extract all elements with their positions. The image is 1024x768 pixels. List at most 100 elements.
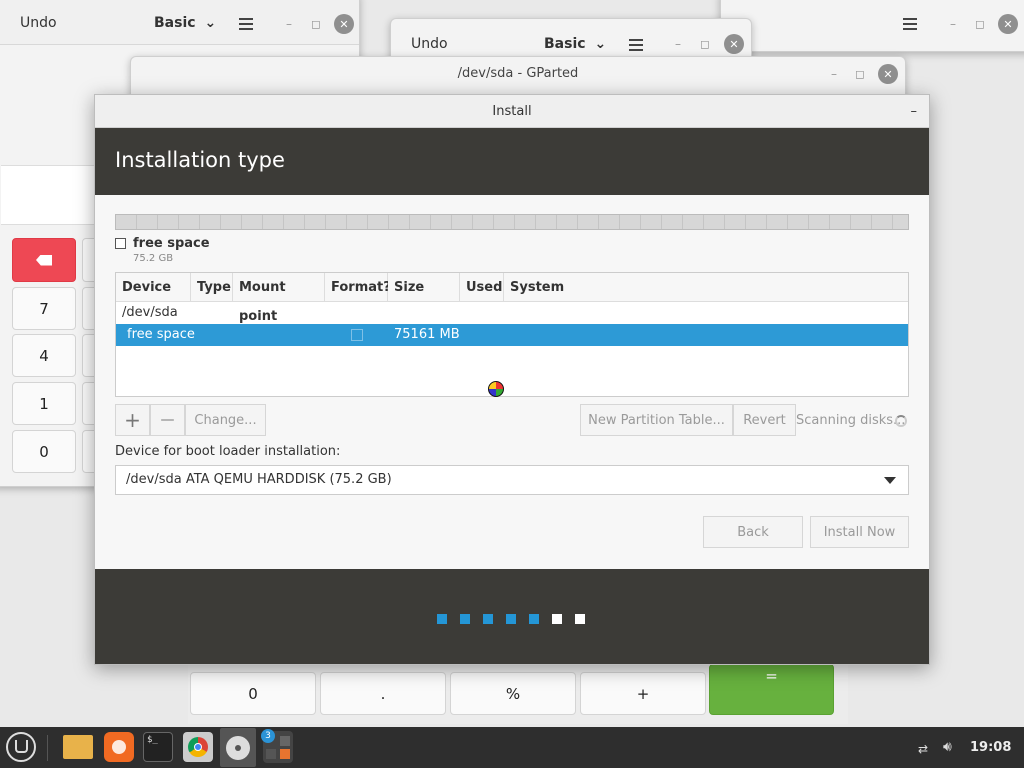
network-icon[interactable]: ⇄ (916, 741, 934, 755)
firefox-icon[interactable] (104, 732, 134, 762)
files-icon[interactable] (63, 735, 93, 759)
key-4[interactable]: 4 (12, 334, 76, 377)
backspace-key[interactable] (12, 238, 76, 282)
device-cell: free space (127, 327, 195, 342)
minimize-icon[interactable]: – (943, 14, 963, 34)
back-button[interactable]: Back (703, 516, 803, 548)
key-decimal[interactable]: . (320, 672, 446, 715)
maximize-icon[interactable]: ◻ (306, 14, 326, 34)
clock[interactable]: 19:08 (970, 740, 1011, 755)
key-plus[interactable]: + (580, 672, 706, 715)
install-title-text: Install (492, 104, 532, 119)
backspace-icon (36, 254, 52, 266)
disk-partition-bar (115, 214, 909, 230)
install-window: Install – Installation type free space 7… (94, 94, 930, 665)
progress-dot (437, 614, 447, 624)
table-row-selected[interactable]: free space 75161 MB (116, 324, 908, 346)
close-icon[interactable]: ✕ (724, 34, 744, 54)
close-icon[interactable]: ✕ (334, 14, 354, 34)
mode-label: Basic (154, 15, 196, 31)
close-icon[interactable]: ✕ (878, 64, 898, 84)
busy-cursor-icon (488, 381, 504, 397)
size-cell: 75161 MB (394, 327, 460, 342)
column-header[interactable]: Used (460, 273, 504, 302)
column-header[interactable]: Device (116, 273, 191, 302)
installer-disc-icon[interactable] (220, 728, 256, 767)
install-footer (95, 569, 929, 664)
undo-button[interactable]: Undo (20, 15, 57, 31)
key-1[interactable]: 1 (12, 382, 76, 425)
device-cell: /dev/sda (122, 305, 178, 320)
button-label: Change... (194, 412, 257, 428)
minus-icon: — (160, 412, 175, 428)
menu-icon[interactable] (239, 18, 253, 30)
column-header[interactable]: System (504, 273, 908, 302)
terminal-icon[interactable]: $_ (143, 732, 173, 762)
install-banner: Installation type (95, 128, 929, 195)
key-label: = (765, 667, 778, 685)
maximize-icon[interactable]: ◻ (850, 64, 870, 84)
key-0-bottom[interactable]: 0 (190, 672, 316, 715)
undo-button[interactable]: Undo (411, 36, 448, 52)
key-label: 7 (39, 299, 49, 318)
remove-partition-button[interactable]: — (150, 404, 185, 436)
key-equals[interactable]: = (709, 664, 834, 715)
progress-dot (552, 614, 562, 624)
key-percent[interactable]: % (450, 672, 576, 715)
progress-dot (575, 614, 585, 624)
install-now-button[interactable]: Install Now (810, 516, 909, 548)
install-titlebar: Install – (95, 95, 929, 128)
add-partition-button[interactable]: + (115, 404, 150, 436)
key-label: % (505, 684, 521, 703)
format-checkbox[interactable] (351, 329, 363, 341)
revert-button[interactable]: Revert (733, 404, 796, 436)
maximize-icon[interactable]: ◻ (695, 34, 715, 54)
boot-loader-select[interactable]: /dev/sda ATA QEMU HARDDISK (75.2 GB) (115, 465, 909, 495)
key-7[interactable]: 7 (12, 287, 76, 330)
legend-label: free space (133, 236, 210, 251)
volume-icon[interactable]: 🔊︎ (943, 739, 952, 755)
key-label: . (380, 684, 386, 703)
maximize-icon[interactable]: ◻ (970, 14, 990, 34)
chromium-icon[interactable] (183, 732, 213, 762)
key-label: 0 (248, 684, 258, 703)
key-label: + (636, 684, 650, 703)
new-partition-table-button[interactable]: New Partition Table... (580, 404, 733, 436)
table-row[interactable]: /dev/sda (116, 302, 908, 324)
key-label: 4 (39, 346, 49, 365)
button-label: Back (737, 524, 769, 540)
minimize-icon[interactable]: – (668, 34, 688, 54)
mode-dropdown[interactable]: Basic ⌄ (544, 36, 606, 52)
button-label: New Partition Table... (588, 412, 725, 428)
partition-table: Device Type Mount point Format? Size Use… (115, 272, 909, 397)
page-title: Installation type (115, 148, 285, 172)
scanning-status: Scanning disks... (796, 413, 906, 428)
button-label: Revert (743, 412, 786, 428)
column-header[interactable]: Type (191, 273, 233, 302)
mode-dropdown[interactable]: Basic ⌄ (154, 15, 216, 31)
legend-swatch (115, 238, 126, 249)
close-icon[interactable]: ✕ (998, 14, 1018, 34)
column-header[interactable]: Mount point (233, 273, 325, 324)
menu-logo-icon[interactable] (6, 732, 36, 762)
progress-dot (483, 614, 493, 624)
progress-dot (506, 614, 516, 624)
key-0[interactable]: 0 (12, 430, 76, 473)
column-header[interactable]: Format? (325, 273, 391, 302)
minimize-icon[interactable]: – (824, 64, 844, 84)
minimize-icon[interactable]: – (279, 14, 299, 34)
chevron-down-icon: ⌄ (204, 15, 217, 31)
minimize-icon[interactable]: – (911, 95, 918, 128)
column-header[interactable]: Size (388, 273, 460, 302)
legend-size: 75.2 GB (133, 253, 174, 264)
taskbar: $_ 3 ⇄ 🔊︎ 19:08 (0, 727, 1024, 768)
gparted-title: /dev/sda - GParted (457, 66, 579, 81)
menu-icon[interactable] (629, 39, 643, 51)
change-partition-button[interactable]: Change... (185, 404, 266, 436)
progress-dot (460, 614, 470, 624)
dropdown-arrow-icon (884, 477, 896, 484)
calculator-window-count-badge: 3 (261, 729, 275, 743)
chevron-down-icon: ⌄ (594, 36, 607, 52)
mode-label: Basic (544, 36, 586, 52)
menu-icon[interactable] (903, 18, 917, 30)
